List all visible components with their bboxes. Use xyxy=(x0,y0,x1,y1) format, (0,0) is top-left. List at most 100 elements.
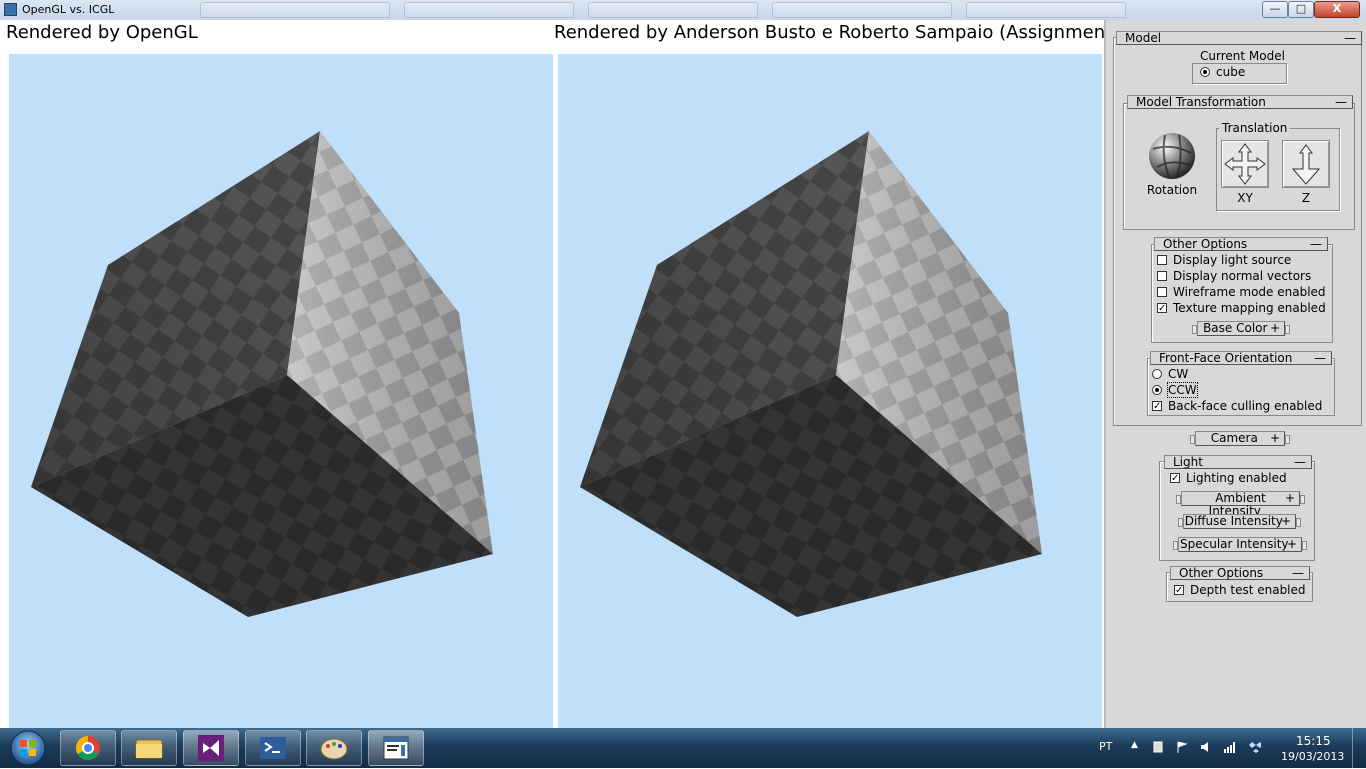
checkbox-depth-test[interactable] xyxy=(1174,583,1184,598)
radio-cube[interactable] xyxy=(1200,67,1210,77)
orientation-cw[interactable]: CW xyxy=(1152,367,1188,382)
culling-label: Back-face culling enabled xyxy=(1168,399,1323,413)
explorer-icon xyxy=(135,739,163,759)
minimize-button[interactable]: — xyxy=(1262,1,1288,18)
radio-ccw[interactable] xyxy=(1152,385,1162,395)
front-face-header[interactable]: Front-Face Orientation — xyxy=(1150,351,1332,365)
expand-icon[interactable]: + xyxy=(1285,492,1295,505)
current-model-label: Current Model xyxy=(1197,50,1288,63)
camera-rollout[interactable]: Camera + xyxy=(1190,431,1290,446)
diffuse-intensity-rollout[interactable]: Diffuse Intensity + xyxy=(1178,514,1301,529)
model-option-cube[interactable]: cube xyxy=(1200,65,1245,80)
action-center-flag-icon[interactable] xyxy=(1176,741,1188,753)
base-color-rollout[interactable]: Base Color + xyxy=(1192,321,1290,336)
left-view-label: Rendered by OpenGL xyxy=(6,22,198,43)
cube-option-label: cube xyxy=(1216,65,1246,79)
ambient-intensity-rollout[interactable]: Ambient Intensity + xyxy=(1176,491,1305,518)
diffuse-label: Diffuse Intensity xyxy=(1184,514,1283,528)
language-indicator[interactable]: PT xyxy=(1099,740,1112,753)
orientation-ccw[interactable]: CCW xyxy=(1152,382,1198,398)
other-options-header[interactable]: Other Options — xyxy=(1154,237,1328,251)
specular-intensity-rollout[interactable]: Specular Intensity + xyxy=(1173,537,1307,552)
paint-icon xyxy=(320,738,348,760)
translation-label: Translation xyxy=(1219,122,1291,135)
collapse-icon[interactable]: — xyxy=(1344,32,1356,44)
expand-icon[interactable]: + xyxy=(1270,322,1280,335)
dropbox-icon[interactable] xyxy=(1249,741,1261,753)
checkbox-display-light-source[interactable] xyxy=(1157,255,1167,265)
network-signal-icon[interactable] xyxy=(1223,741,1235,753)
option-backface-culling[interactable]: Back-face culling enabled xyxy=(1152,399,1322,414)
specular-label: Specular Intensity xyxy=(1180,537,1289,551)
visual-studio-icon xyxy=(198,735,224,761)
option-label: Texture mapping enabled xyxy=(1173,301,1326,315)
rotation-trackball[interactable] xyxy=(1147,131,1197,181)
camera-label: Camera xyxy=(1210,431,1258,445)
other-options2-title: Other Options xyxy=(1179,566,1264,580)
cw-label: CW xyxy=(1168,367,1189,381)
taskbar-chrome[interactable] xyxy=(60,730,116,766)
taskbar-paint[interactable] xyxy=(306,730,362,766)
volume-icon[interactable] xyxy=(1200,741,1212,753)
expand-icon[interactable]: + xyxy=(1281,515,1291,528)
option-wireframe-mode[interactable]: Wireframe mode enabled xyxy=(1157,285,1326,300)
right-view-label: Rendered by Anderson Busto e Roberto Sam… xyxy=(554,22,1148,43)
model-transformation-header[interactable]: Model Transformation — xyxy=(1127,95,1353,109)
clock-time[interactable]: 15:15 xyxy=(1296,734,1331,748)
show-desktop-button[interactable] xyxy=(1352,728,1366,768)
close-button[interactable]: X xyxy=(1314,1,1360,18)
option-display-normal-vectors[interactable]: Display normal vectors xyxy=(1157,269,1311,284)
taskbar-app-window[interactable] xyxy=(368,730,424,766)
collapse-icon[interactable]: — xyxy=(1310,238,1322,250)
other-options-title: Other Options xyxy=(1163,237,1248,251)
taskbar-powershell[interactable] xyxy=(245,730,301,766)
app-icon xyxy=(4,3,17,16)
background-window-tab xyxy=(966,2,1126,18)
background-window-tab xyxy=(404,2,574,18)
light-header[interactable]: Light — xyxy=(1164,455,1312,469)
window-title: OpenGL vs. ICGL xyxy=(22,3,115,16)
translation-z-control[interactable] xyxy=(1282,140,1330,188)
model-rollout-header[interactable]: Model — xyxy=(1116,31,1362,45)
move-xy-icon xyxy=(1224,143,1266,185)
taskbar: PT ▲ 15:15 19/03/2013 xyxy=(0,728,1366,768)
depth-label: Depth test enabled xyxy=(1190,583,1306,597)
checkbox-texture-mapping[interactable] xyxy=(1157,301,1167,316)
option-lighting-enabled[interactable]: Lighting enabled xyxy=(1170,471,1287,486)
collapse-icon[interactable]: — xyxy=(1314,352,1326,364)
checkbox-backface-culling[interactable] xyxy=(1152,399,1162,414)
maximize-button[interactable]: □ xyxy=(1288,1,1314,18)
icgl-viewport[interactable] xyxy=(558,54,1102,728)
option-display-light-source[interactable]: Display light source xyxy=(1157,253,1291,268)
expand-icon[interactable]: + xyxy=(1287,538,1297,551)
checkbox-display-normal-vectors[interactable] xyxy=(1157,271,1167,281)
checkbox-lighting[interactable] xyxy=(1170,471,1180,486)
chrome-icon xyxy=(75,736,100,761)
expand-icon[interactable]: + xyxy=(1270,432,1280,445)
translation-xy-control[interactable] xyxy=(1221,140,1269,188)
cube-render xyxy=(580,131,1042,617)
start-button[interactable] xyxy=(5,729,51,767)
opengl-viewport[interactable] xyxy=(9,54,553,728)
option-label: Wireframe mode enabled xyxy=(1173,285,1326,299)
taskbar-explorer[interactable] xyxy=(121,730,177,766)
collapse-icon[interactable]: — xyxy=(1292,567,1304,579)
background-window-tab xyxy=(200,2,390,18)
xy-label: XY xyxy=(1237,191,1253,205)
option-texture-mapping[interactable]: Texture mapping enabled xyxy=(1157,301,1326,316)
show-hidden-icons-icon[interactable]: ▲ xyxy=(1131,740,1138,750)
base-color-label: Base Color xyxy=(1203,321,1268,335)
option-depth-test[interactable]: Depth test enabled xyxy=(1174,583,1306,598)
clock-date[interactable]: 19/03/2013 xyxy=(1281,750,1344,763)
control-panel: Model — Current Model cube Model Transfo… xyxy=(1104,20,1366,728)
collapse-icon[interactable]: — xyxy=(1294,456,1306,468)
model-transformation-title: Model Transformation xyxy=(1136,95,1266,109)
powershell-icon xyxy=(260,737,286,759)
checkbox-wireframe-mode[interactable] xyxy=(1157,287,1167,297)
collapse-icon[interactable]: — xyxy=(1335,96,1347,108)
device-icon[interactable] xyxy=(1152,741,1164,753)
taskbar-visual-studio[interactable] xyxy=(183,730,239,766)
title-bar[interactable]: OpenGL vs. ICGL — □ X xyxy=(0,0,1366,21)
radio-cw[interactable] xyxy=(1152,369,1162,379)
other-options2-header[interactable]: Other Options — xyxy=(1170,566,1310,580)
